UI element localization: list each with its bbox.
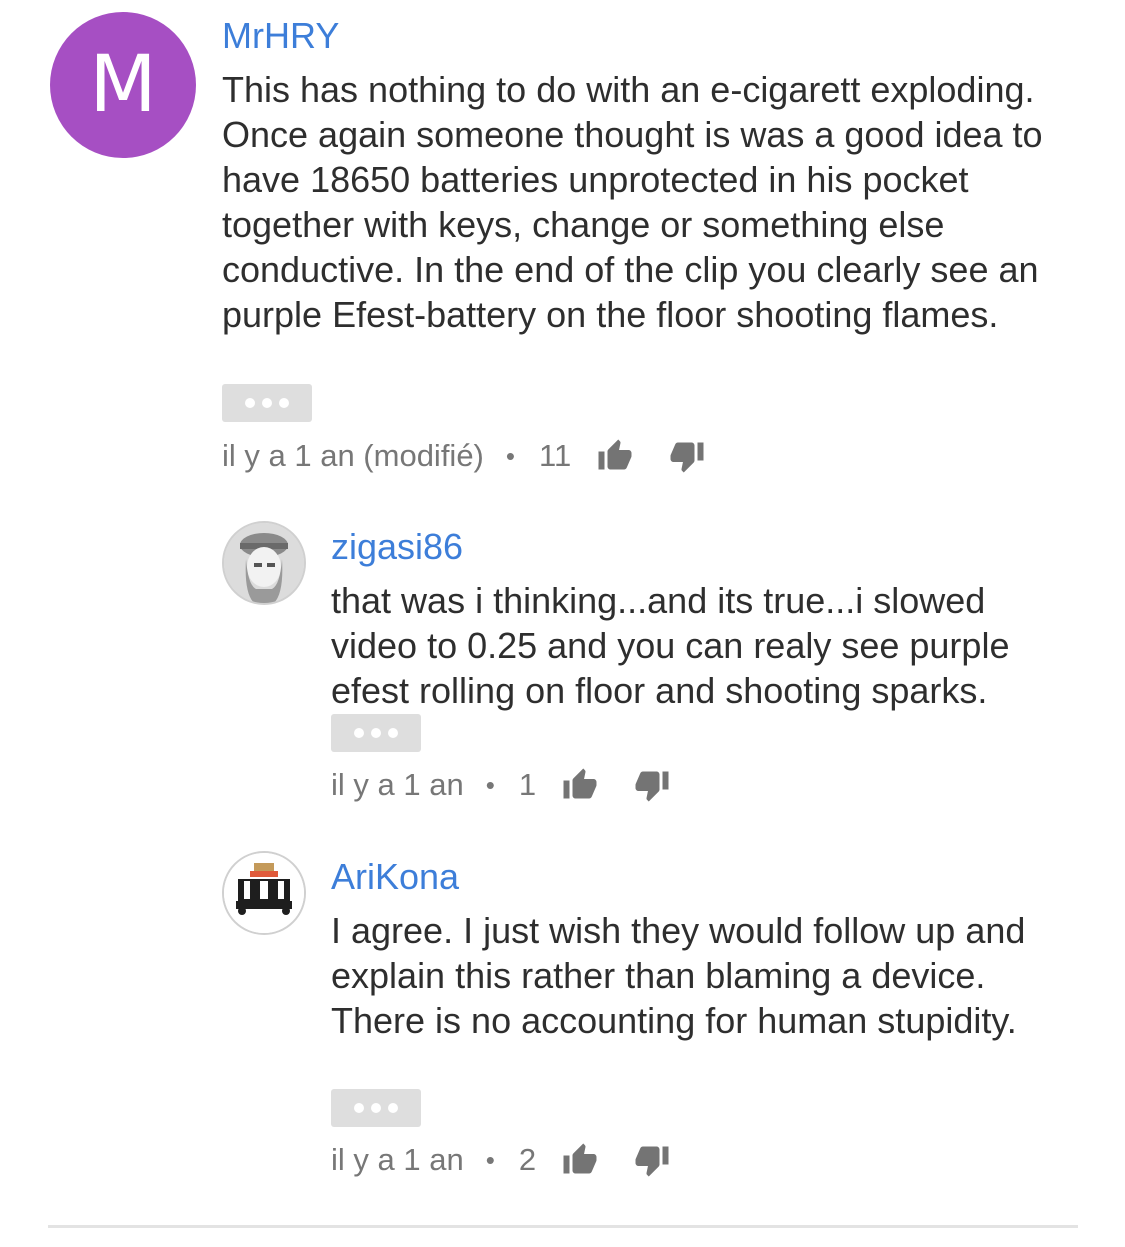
avatar[interactable] <box>222 851 306 935</box>
comment-meta: il y a 1 an • 2 <box>331 1140 706 1180</box>
comment-meta: il y a 1 an • 1 <box>331 765 706 805</box>
user-photo-icon <box>224 523 304 603</box>
meta-separator: • <box>505 441 515 471</box>
comment-author[interactable]: AriKona <box>331 857 459 897</box>
like-count: 11 <box>539 438 572 473</box>
comment-text: This has nothing to do with an e-cigaret… <box>222 69 1043 335</box>
comment-text: that was i thinking...and its true...i s… <box>331 580 1010 711</box>
comment-text: I agree. I just wish they would follow u… <box>331 910 1026 1041</box>
thumb-down-icon[interactable] <box>634 1142 670 1178</box>
comment-meta: il y a 1 an (modifié) • 11 <box>222 436 741 476</box>
divider <box>48 1225 1078 1228</box>
comment-author[interactable]: zigasi86 <box>331 527 463 567</box>
thumb-down-icon[interactable] <box>634 767 670 803</box>
read-more-button[interactable] <box>222 384 312 422</box>
read-more-button[interactable] <box>331 1089 421 1127</box>
like-count: 1 <box>518 767 537 802</box>
read-more-button[interactable] <box>331 714 421 752</box>
thumb-down-icon[interactable] <box>669 438 705 474</box>
thumb-up-icon[interactable] <box>562 1142 598 1178</box>
avatar[interactable]: M <box>50 12 196 158</box>
like-count: 2 <box>518 1142 537 1177</box>
comment-author[interactable]: MrHRY <box>222 16 339 56</box>
pixel-character-icon <box>224 853 304 933</box>
avatar[interactable] <box>222 521 306 605</box>
meta-separator: • <box>485 770 495 800</box>
thumb-up-icon[interactable] <box>562 767 598 803</box>
comment-timestamp: il y a 1 an (modifié) <box>222 438 484 473</box>
comment-timestamp: il y a 1 an <box>331 767 464 802</box>
meta-separator: • <box>485 1145 495 1175</box>
thumb-up-icon[interactable] <box>597 438 633 474</box>
comment-timestamp: il y a 1 an <box>331 1142 464 1177</box>
avatar-letter: M <box>89 40 157 130</box>
